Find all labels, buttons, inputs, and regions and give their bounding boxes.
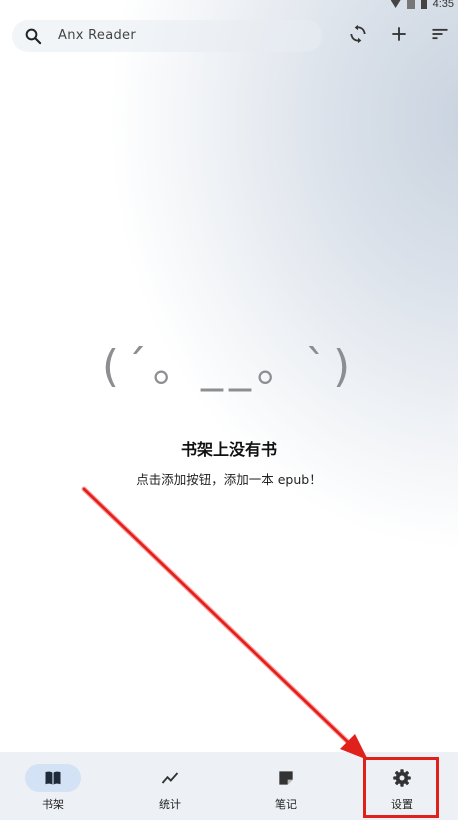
sort-button[interactable] [428, 24, 452, 48]
nav-tab-bookshelf[interactable]: 书架 [0, 752, 114, 820]
background-gradient [0, 0, 458, 820]
search-label: Anx Reader [58, 28, 136, 43]
empty-state-title: 书架上没有书 [180, 440, 277, 459]
book-icon [43, 768, 63, 788]
add-book-button[interactable] [387, 24, 411, 48]
nav-label-notes: 笔记 [275, 798, 297, 811]
sync-icon [348, 24, 368, 48]
sort-icon [430, 24, 450, 48]
note-icon [276, 768, 296, 788]
nav-tab-statistics[interactable]: 统计 [114, 752, 228, 820]
add-icon [389, 24, 409, 48]
battery-icon [420, 0, 427, 9]
empty-state-subtitle: 点击添加按钮，添加一本 epub！ [136, 472, 322, 487]
bottom-nav: 书架 统计 笔记 设置 [0, 752, 458, 820]
nav-label-bookshelf: 书架 [42, 798, 64, 811]
empty-kaomoji: (´｡ __｡ `) [101, 341, 357, 392]
nav-tab-settings[interactable]: 设置 [344, 752, 458, 820]
sync-button[interactable] [346, 24, 370, 48]
trend-icon [160, 768, 180, 788]
search-icon [24, 27, 42, 45]
status-bar: 4:35 [390, 0, 454, 11]
nav-label-settings: 设置 [391, 798, 413, 811]
search-bar[interactable]: Anx Reader [12, 20, 322, 52]
gear-icon [392, 768, 412, 788]
nav-tab-notes[interactable]: 笔记 [228, 752, 342, 820]
nav-label-statistics: 统计 [159, 798, 181, 811]
status-time: 4:35 [432, 0, 454, 10]
sim-icon [406, 0, 415, 9]
wifi-icon [390, 0, 401, 8]
